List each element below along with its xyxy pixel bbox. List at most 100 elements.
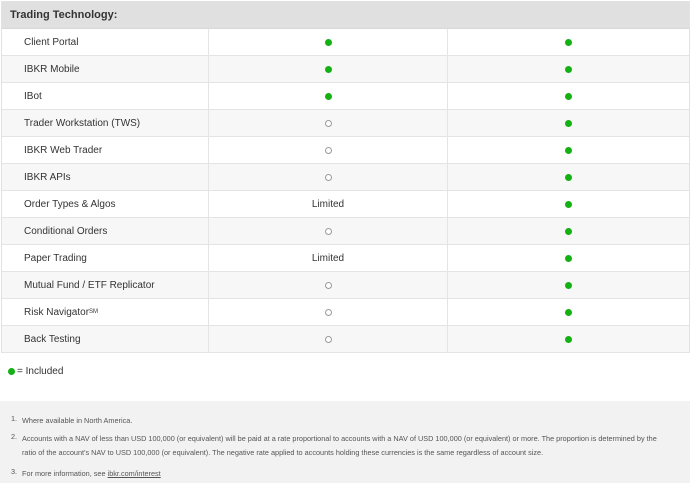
row-col2-cell: [448, 29, 689, 55]
row-col2-cell: [448, 191, 689, 217]
row-col1-cell: [209, 299, 448, 325]
row-col1-cell: [209, 164, 448, 190]
table-row: IBKR Mobile: [2, 56, 689, 83]
row-label-text: Order Types & Algos: [24, 198, 116, 210]
footnote-text-prefix: For more information, see: [22, 469, 108, 478]
included-dot-icon: [565, 92, 572, 100]
included-dot-icon: [324, 92, 332, 100]
row-col2-cell: [448, 137, 689, 163]
legend: = Included: [8, 366, 63, 377]
row-col2-cell: [448, 110, 689, 136]
included-dot-icon: [8, 368, 15, 375]
footnote-2: 2. Accounts with a NAV of less than USD …: [11, 432, 672, 460]
included-dot-icon: [565, 119, 572, 127]
footnote-number: 1.: [11, 414, 18, 423]
row-label-text: Paper Trading: [24, 252, 87, 264]
footnote-number: 2.: [11, 432, 18, 441]
row-col2-cell: [448, 218, 689, 244]
table-row: Back Testing: [2, 326, 689, 353]
row-label-text: Trader Workstation (TWS): [24, 117, 141, 129]
included-dot-icon: [565, 38, 572, 46]
not-included-circle-icon: [324, 308, 332, 316]
row-label-text: Mutual Fund / ETF Replicator: [24, 279, 155, 291]
row-label: Conditional Orders: [2, 218, 209, 244]
not-included-circle-icon: [324, 335, 332, 343]
row-col1-cell: [209, 326, 448, 352]
table-row: Trader Workstation (TWS): [2, 110, 689, 137]
row-label: IBKR Mobile: [2, 56, 209, 82]
row-label: Client Portal: [2, 29, 209, 55]
row-label-text: IBKR Web Trader: [24, 144, 103, 156]
row-col1-cell: [209, 218, 448, 244]
included-dot-icon: [565, 173, 572, 181]
included-dot-icon: [324, 38, 332, 46]
included-dot-icon: [565, 200, 572, 208]
included-dot-icon: [324, 65, 332, 73]
included-dot-icon: [565, 227, 572, 235]
row-label: IBKR APIs: [2, 164, 209, 190]
row-label-text: IBKR Mobile: [24, 63, 80, 75]
row-col2-cell: [448, 56, 689, 82]
included-dot-icon: [565, 335, 572, 343]
table-row: Mutual Fund / ETF Replicator: [2, 272, 689, 299]
limited-text: Limited: [311, 198, 345, 210]
row-label: Paper Trading: [2, 245, 209, 271]
legend-text: = Included: [17, 366, 64, 377]
included-dot-icon: [565, 146, 572, 154]
table-body: Client Portal IBKR Mobile IBot Trader Works…: [2, 29, 689, 353]
table-row: Client Portal: [2, 29, 689, 56]
row-col2-cell: [448, 83, 689, 109]
not-included-circle-icon: [324, 227, 332, 235]
row-label: Mutual Fund / ETF Replicator: [2, 272, 209, 298]
not-included-circle-icon: [324, 173, 332, 181]
table-row: Paper Trading Limited: [2, 245, 689, 272]
table-row: IBKR APIs: [2, 164, 689, 191]
row-label-text: IBKR APIs: [24, 171, 71, 183]
footnote-1: 1. Where available in North America.: [11, 414, 672, 428]
included-dot-icon: [565, 254, 572, 262]
not-included-circle-icon: [324, 119, 332, 127]
row-label: IBKR Web Trader: [2, 137, 209, 163]
row-col1-cell: [209, 110, 448, 136]
row-label-text: Client Portal: [24, 36, 79, 48]
table-row: IBKR Web Trader: [2, 137, 689, 164]
row-col2-cell: [448, 245, 689, 271]
row-col1-cell: [209, 137, 448, 163]
row-col2-cell: [448, 326, 689, 352]
row-label: Trader Workstation (TWS): [2, 110, 209, 136]
limited-text: Limited: [311, 252, 345, 264]
row-col1-cell: Limited: [209, 245, 448, 271]
row-col2-cell: [448, 299, 689, 325]
included-dot-icon: [565, 281, 572, 289]
table-row: IBot: [2, 83, 689, 110]
not-included-circle-icon: [324, 281, 332, 289]
row-label-text: Risk Navigator: [24, 306, 90, 318]
footnote-text: Where available in North America.: [22, 416, 133, 425]
interest-link[interactable]: ibkr.com/interest: [108, 469, 161, 478]
footnote-text: Accounts with a NAV of less than USD 100…: [22, 434, 657, 457]
row-col2-cell: [448, 272, 689, 298]
included-dot-icon: [565, 308, 572, 316]
footnote-number: 3.: [11, 467, 18, 476]
table-row: Conditional Orders: [2, 218, 689, 245]
trading-technology-table: Trading Technology: Client Portal IBKR Mo…: [1, 1, 690, 353]
row-label-text: Back Testing: [24, 333, 81, 345]
row-label: Risk Navigator SM: [2, 299, 209, 325]
row-label-text: Conditional Orders: [24, 225, 108, 237]
section-header: Trading Technology:: [2, 2, 689, 29]
table-row: Risk Navigator SM: [2, 299, 689, 326]
not-included-circle-icon: [324, 146, 332, 154]
row-label-text: IBot: [24, 90, 42, 102]
row-label: IBot: [2, 83, 209, 109]
row-col2-cell: [448, 164, 689, 190]
footnote-3: 3. For more information, see ibkr.com/in…: [11, 467, 672, 481]
included-dot-icon: [565, 65, 572, 73]
row-col1-cell: [209, 272, 448, 298]
row-label: Back Testing: [2, 326, 209, 352]
footnotes: 1. Where available in North America. 2. …: [0, 401, 690, 483]
row-col1-cell: [209, 83, 448, 109]
row-col1-cell: [209, 56, 448, 82]
footnote-text: For more information, see ibkr.com/inter…: [22, 467, 672, 481]
row-col1-cell: [209, 29, 448, 55]
table-row: Order Types & Algos Limited: [2, 191, 689, 218]
